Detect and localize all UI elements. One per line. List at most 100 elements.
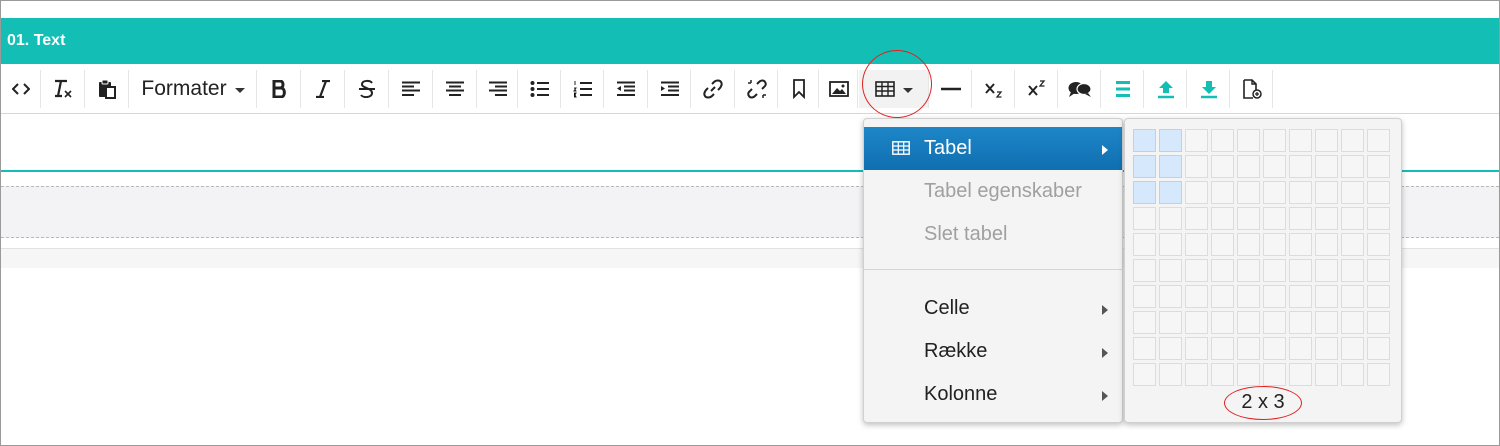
- table-size-cell[interactable]: [1315, 129, 1338, 152]
- table-size-cell[interactable]: [1289, 233, 1312, 256]
- table-size-cell[interactable]: [1237, 181, 1260, 204]
- table-size-cell[interactable]: [1133, 233, 1156, 256]
- menu-item-celle[interactable]: Celle: [864, 287, 1122, 330]
- subscript-button[interactable]: [973, 70, 1015, 108]
- table-size-cell[interactable]: [1289, 207, 1312, 230]
- table-size-cell[interactable]: [1315, 181, 1338, 204]
- table-size-cell[interactable]: [1367, 155, 1390, 178]
- indent-button[interactable]: [649, 70, 691, 108]
- table-size-cell[interactable]: [1341, 129, 1364, 152]
- table-size-cell[interactable]: [1289, 181, 1312, 204]
- table-size-cell[interactable]: [1185, 129, 1208, 152]
- table-size-cell[interactable]: [1315, 233, 1338, 256]
- table-size-cell[interactable]: [1237, 207, 1260, 230]
- comment-button[interactable]: [1059, 70, 1101, 108]
- table-size-cell[interactable]: [1185, 337, 1208, 360]
- table-size-cell[interactable]: [1367, 207, 1390, 230]
- formater-dropdown[interactable]: Formater: [130, 70, 257, 108]
- table-size-cell[interactable]: [1185, 181, 1208, 204]
- table-size-cell[interactable]: [1315, 337, 1338, 360]
- table-size-cell[interactable]: [1159, 337, 1182, 360]
- table-size-cell[interactable]: [1289, 363, 1312, 386]
- table-size-cell[interactable]: [1367, 259, 1390, 282]
- bullet-list-button[interactable]: [519, 70, 561, 108]
- table-size-cell[interactable]: [1159, 181, 1182, 204]
- table-size-cell[interactable]: [1133, 181, 1156, 204]
- table-size-cell[interactable]: [1159, 259, 1182, 282]
- table-size-cell[interactable]: [1263, 337, 1286, 360]
- table-size-cell[interactable]: [1211, 207, 1234, 230]
- bold-button[interactable]: [258, 70, 301, 108]
- download-button[interactable]: [1188, 70, 1230, 108]
- table-size-cell[interactable]: [1315, 311, 1338, 334]
- table-size-cell[interactable]: [1237, 155, 1260, 178]
- table-size-cell[interactable]: [1263, 233, 1286, 256]
- table-size-cell[interactable]: [1341, 207, 1364, 230]
- table-size-cell[interactable]: [1159, 207, 1182, 230]
- table-size-cell[interactable]: [1159, 285, 1182, 308]
- horizontal-rule-button[interactable]: [930, 70, 972, 108]
- table-size-cell[interactable]: [1133, 129, 1156, 152]
- table-size-cell[interactable]: [1341, 337, 1364, 360]
- table-size-cell[interactable]: [1237, 129, 1260, 152]
- table-size-cell[interactable]: [1367, 311, 1390, 334]
- table-size-cell[interactable]: [1315, 363, 1338, 386]
- table-size-cell[interactable]: [1133, 363, 1156, 386]
- bookmark-button[interactable]: [779, 70, 819, 108]
- outdent-button[interactable]: [605, 70, 648, 108]
- table-size-cell[interactable]: [1367, 363, 1390, 386]
- table-size-cell[interactable]: [1315, 259, 1338, 282]
- upload-button[interactable]: [1145, 70, 1187, 108]
- menu-item-kolonne[interactable]: Kolonne: [864, 373, 1122, 416]
- table-size-cell[interactable]: [1211, 337, 1234, 360]
- table-size-cell[interactable]: [1185, 233, 1208, 256]
- align-center-button[interactable]: [434, 70, 477, 108]
- table-size-cell[interactable]: [1263, 259, 1286, 282]
- new-document-button[interactable]: [1231, 70, 1273, 108]
- unlink-button[interactable]: [736, 70, 778, 108]
- table-size-cell[interactable]: [1237, 233, 1260, 256]
- table-size-cell[interactable]: [1185, 363, 1208, 386]
- table-size-cell[interactable]: [1315, 207, 1338, 230]
- table-size-cell[interactable]: [1159, 233, 1182, 256]
- source-code-button[interactable]: [1, 70, 41, 108]
- table-size-cell[interactable]: [1263, 285, 1286, 308]
- table-size-cell[interactable]: [1263, 311, 1286, 334]
- table-size-cell[interactable]: [1367, 337, 1390, 360]
- menu-item-tabel-egenskaber[interactable]: Tabel egenskaber: [864, 170, 1122, 213]
- table-size-cell[interactable]: [1185, 311, 1208, 334]
- table-size-cell[interactable]: [1133, 337, 1156, 360]
- table-size-cell[interactable]: [1211, 155, 1234, 178]
- table-size-cell[interactable]: [1185, 259, 1208, 282]
- align-left-button[interactable]: [390, 70, 433, 108]
- link-button[interactable]: [692, 70, 735, 108]
- align-right-button[interactable]: [478, 70, 518, 108]
- table-size-cell[interactable]: [1185, 155, 1208, 178]
- menu-item-slet-tabel[interactable]: Slet tabel: [864, 213, 1122, 256]
- paste-button[interactable]: [86, 70, 129, 108]
- table-size-cell[interactable]: [1341, 233, 1364, 256]
- table-size-cell[interactable]: [1289, 285, 1312, 308]
- table-size-cell[interactable]: [1237, 311, 1260, 334]
- table-size-cell[interactable]: [1133, 207, 1156, 230]
- table-size-cell[interactable]: [1289, 259, 1312, 282]
- table-size-cell[interactable]: [1211, 259, 1234, 282]
- table-size-cell[interactable]: [1341, 181, 1364, 204]
- table-size-cell[interactable]: [1263, 363, 1286, 386]
- clear-formatting-button[interactable]: [42, 70, 85, 108]
- image-button[interactable]: [820, 70, 858, 108]
- table-size-cell[interactable]: [1211, 285, 1234, 308]
- table-size-cell[interactable]: [1133, 311, 1156, 334]
- table-size-cell[interactable]: [1159, 155, 1182, 178]
- table-size-cell[interactable]: [1263, 129, 1286, 152]
- table-size-cell[interactable]: [1211, 311, 1234, 334]
- table-size-cell[interactable]: [1159, 129, 1182, 152]
- table-size-cell[interactable]: [1315, 285, 1338, 308]
- table-size-cell[interactable]: [1263, 155, 1286, 178]
- table-size-cell[interactable]: [1237, 363, 1260, 386]
- accent-list-button[interactable]: [1102, 70, 1144, 108]
- table-size-cell[interactable]: [1341, 285, 1364, 308]
- table-size-cell[interactable]: [1133, 155, 1156, 178]
- table-size-cell[interactable]: [1237, 259, 1260, 282]
- table-size-cell[interactable]: [1133, 259, 1156, 282]
